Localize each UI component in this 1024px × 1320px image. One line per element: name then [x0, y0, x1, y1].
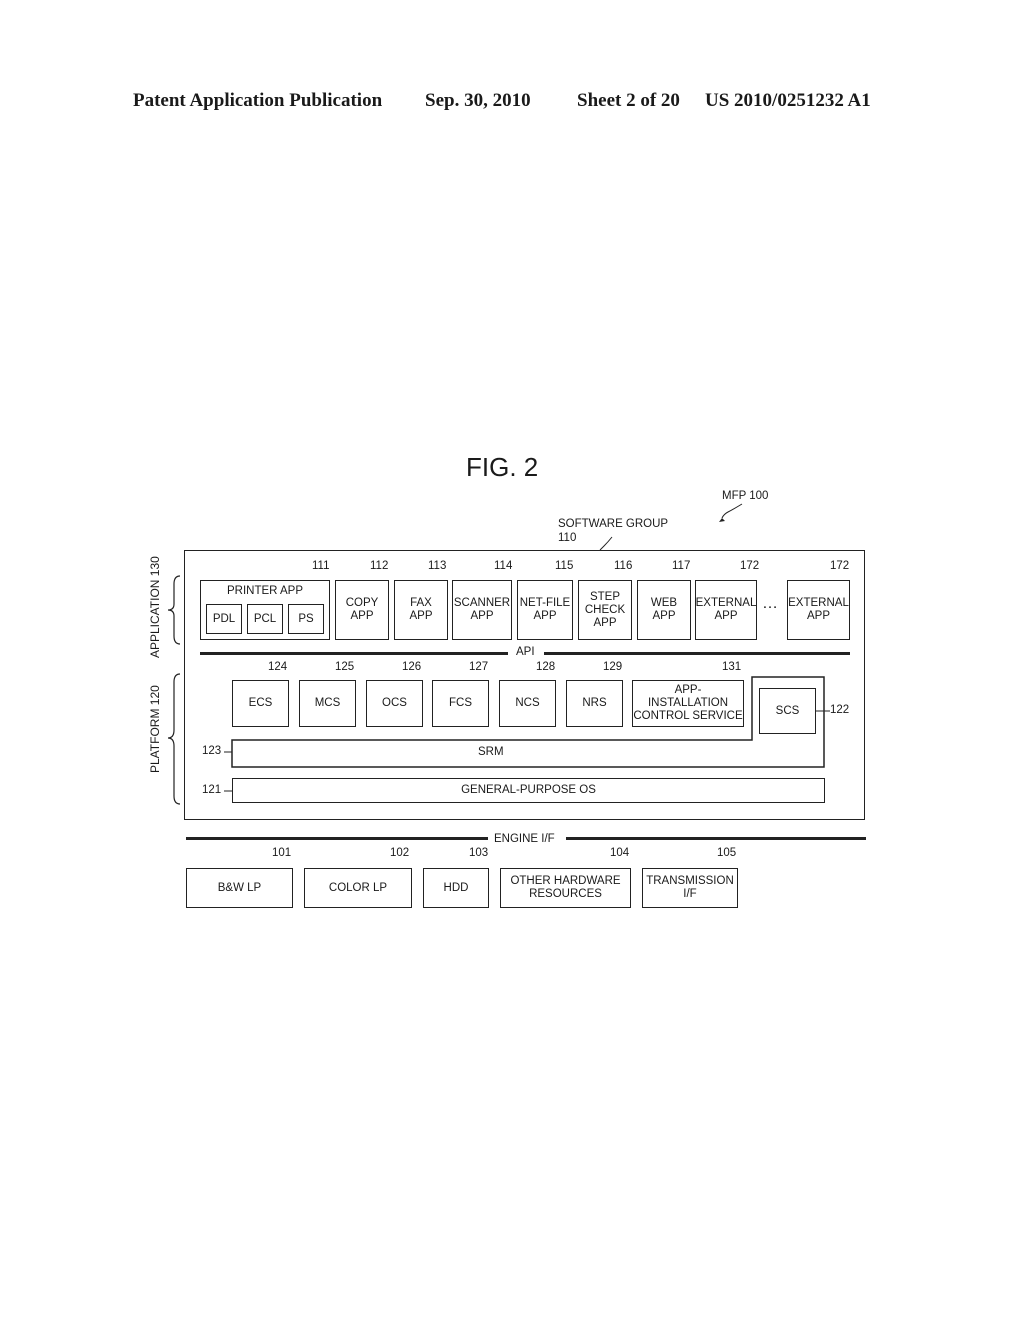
ecs-label: ECS [248, 697, 273, 709]
engine-if-label: ENGINE I/F [494, 833, 555, 845]
ref-126: 126 [402, 661, 422, 673]
pdl-label: PDL [212, 612, 236, 625]
ps-box: PS [288, 604, 324, 634]
scs-label: SCS [775, 704, 800, 717]
ref-102: 102 [390, 847, 410, 859]
ref-115: 115 [555, 560, 574, 572]
printer-app-label: PRINTER APP [226, 585, 304, 597]
mfp-label: MFP 100 [722, 490, 769, 502]
pdl-box: PDL [206, 604, 242, 634]
ref-113: 113 [428, 560, 447, 572]
step-check-app-label: STEP CHECK APP [584, 590, 626, 629]
ref-172-b: 172 [830, 560, 850, 572]
pcl-box: PCL [247, 604, 283, 634]
fcs-box: FCS [432, 680, 489, 727]
external-app-box-1: EXTERNAL APP [695, 580, 757, 640]
step-check-app-box: STEP CHECK APP [578, 580, 632, 640]
ref-131: 131 [722, 661, 742, 673]
bw-lp-box: B&W LP [186, 868, 293, 908]
publication-date: Sep. 30, 2010 [425, 90, 531, 111]
ref-124: 124 [268, 661, 288, 673]
ref-105: 105 [717, 847, 737, 859]
transmission-if-box: TRANSMISSION I/F [642, 868, 738, 908]
scanner-app-box: SCANNER APP [452, 580, 512, 640]
ref-114: 114 [494, 560, 513, 572]
ocs-label: OCS [382, 697, 407, 709]
application-label: APPLICATION 130 [148, 556, 162, 658]
software-group-ref: 110 [558, 532, 577, 544]
ocs-box: OCS [366, 680, 423, 727]
external-app-box-2: EXTERNAL APP [787, 580, 850, 640]
ref-116: 116 [614, 560, 633, 572]
app-installation-control-service-label: APP- INSTALLATION CONTROL SERVICE [633, 684, 743, 722]
ref-117: 117 [672, 560, 691, 572]
ncs-label: NCS [515, 697, 540, 709]
ref-122: 122 [830, 704, 850, 716]
ref-103: 103 [469, 847, 489, 859]
color-lp-box: COLOR LP [304, 868, 412, 908]
fax-app-label: FAX APP [409, 597, 433, 622]
engine-if-line-right [566, 837, 866, 840]
platform-brace [167, 673, 181, 805]
software-group-label: SOFTWARE GROUP [558, 518, 669, 530]
transmission-if-label: TRANSMISSION I/F [646, 875, 734, 900]
publication-number: US 2010/0251232 A1 [705, 90, 871, 111]
copy-app-box: COPY APP [335, 580, 389, 640]
general-purpose-os-label: GENERAL-PURPOSE OS [461, 784, 596, 796]
general-purpose-os-box: GENERAL-PURPOSE OS [232, 778, 825, 803]
engine-if-line-left [186, 837, 488, 840]
ref-112: 112 [370, 560, 389, 572]
color-lp-label: COLOR LP [328, 881, 388, 894]
ref-128: 128 [536, 661, 556, 673]
fax-app-box: FAX APP [394, 580, 448, 640]
fcs-label: FCS [449, 697, 472, 709]
nrs-label: NRS [582, 697, 607, 709]
other-hardware-resources-label: OTHER HARDWARE RESOURCES [510, 875, 621, 900]
ref-121: 121 [202, 784, 222, 796]
mcs-box: MCS [299, 680, 356, 727]
web-app-box: WEB APP [637, 580, 691, 640]
api-line-right [544, 652, 850, 655]
ref-101: 101 [272, 847, 292, 859]
web-app-label: WEB APP [650, 597, 678, 622]
external-app-label-2: EXTERNAL APP [788, 597, 849, 622]
sheet-number: Sheet 2 of 20 [577, 90, 680, 111]
bw-lp-label: B&W LP [217, 881, 262, 894]
scanner-app-label: SCANNER APP [453, 597, 511, 622]
api-label: API [516, 646, 535, 658]
ps-label: PS [298, 612, 314, 625]
ref-172-a: 172 [740, 560, 760, 572]
srm-label: SRM [478, 746, 504, 758]
app-installation-control-service-box: APP- INSTALLATION CONTROL SERVICE [632, 680, 744, 727]
ellipsis: … [762, 595, 778, 612]
scs-box: SCS [759, 688, 816, 734]
ecs-box: ECS [232, 680, 289, 727]
other-hardware-resources-box: OTHER HARDWARE RESOURCES [500, 868, 631, 908]
ref-111: 111 [312, 560, 330, 572]
hdd-label: HDD [443, 881, 469, 894]
publication-title: Patent Application Publication [133, 90, 383, 111]
hdd-box: HDD [423, 868, 489, 908]
ref-125: 125 [335, 661, 355, 673]
ncs-box: NCS [499, 680, 556, 727]
copy-app-label: COPY APP [345, 597, 379, 622]
ref-123: 123 [202, 745, 222, 757]
ref-129: 129 [603, 661, 623, 673]
platform-label: PLATFORM 120 [148, 685, 162, 773]
ref-104: 104 [610, 847, 630, 859]
figure-title: FIG. 2 [466, 452, 539, 482]
nrs-box: NRS [566, 680, 623, 727]
application-brace [167, 575, 181, 645]
mcs-label: MCS [314, 697, 341, 709]
ref-127: 127 [469, 661, 489, 673]
pcl-label: PCL [253, 612, 277, 625]
api-line-left [200, 652, 508, 655]
external-app-label-1: EXTERNAL APP [695, 597, 757, 622]
net-file-app-label: NET-FILE APP [519, 597, 571, 622]
net-file-app-box: NET-FILE APP [517, 580, 573, 640]
